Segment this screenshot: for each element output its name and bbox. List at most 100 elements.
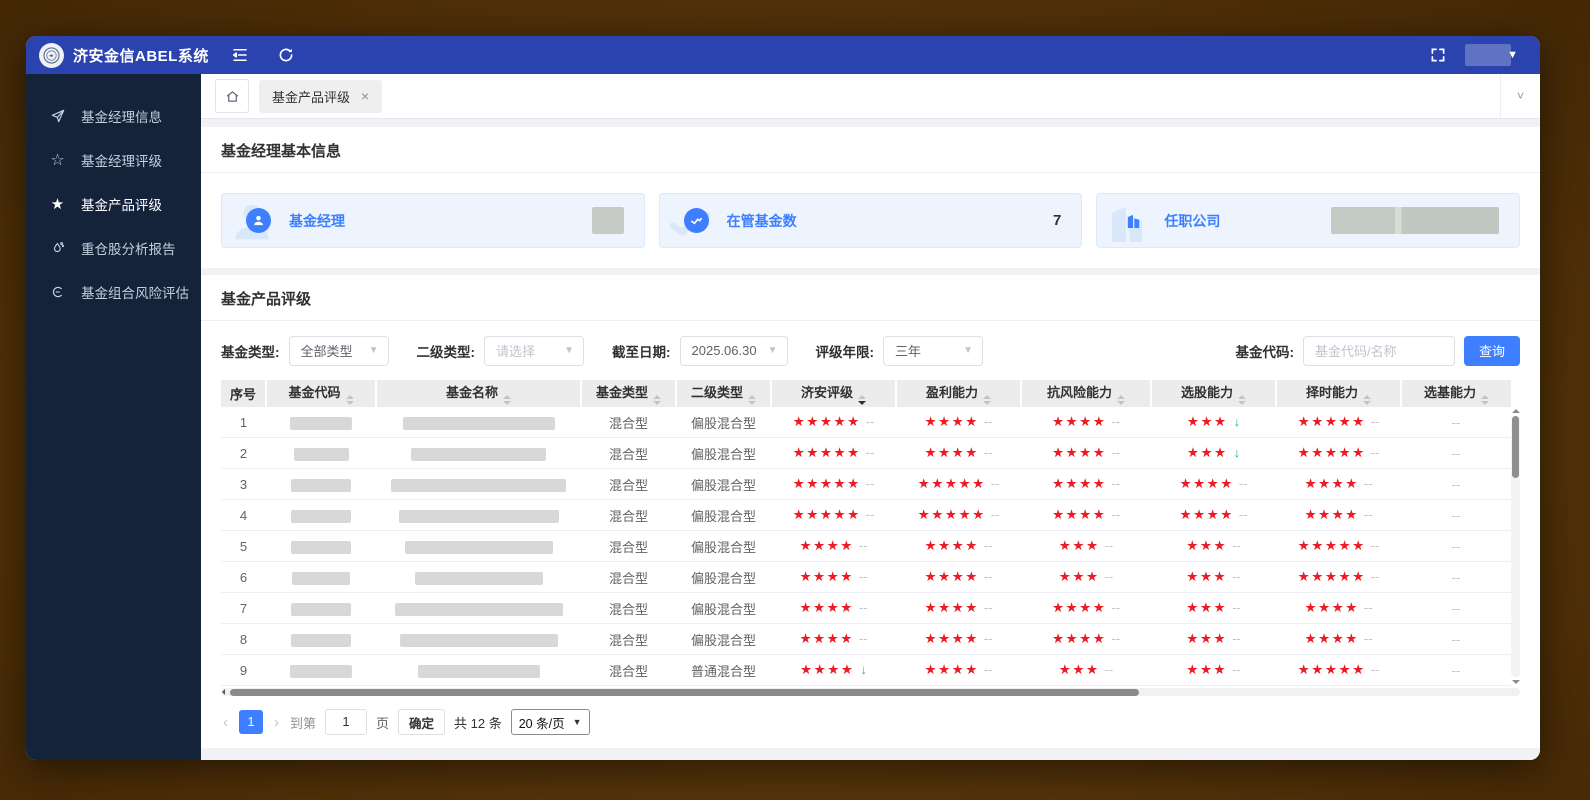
star-rating: ★★★★ xyxy=(799,600,854,616)
cell-fund-select-rating: -- xyxy=(1401,499,1511,532)
trend-none: -- xyxy=(1232,600,1241,616)
table-row[interactable]: 5 混合型 偏股混合型 ★★★★ -- ★★★★ -- ★★★ -- ★★★ -- ★★★★★ -- -- xyxy=(221,530,1511,563)
vertical-scrollbar[interactable] xyxy=(1511,408,1520,685)
cell-stock-rating: ★★★ -- xyxy=(1151,592,1276,625)
page-1-button[interactable]: 1 xyxy=(239,710,263,734)
trend-none: -- xyxy=(1370,414,1380,430)
column-header[interactable]: 济安评级 xyxy=(770,379,896,407)
horizontal-scroll-thumb[interactable] xyxy=(230,689,1140,697)
column-header[interactable]: 选基能力 xyxy=(1400,379,1511,407)
star-rating: ★★★★ xyxy=(799,538,854,554)
cell-timing-rating: ★★★★ -- xyxy=(1276,592,1401,625)
refresh-icon[interactable] xyxy=(277,46,295,64)
column-header[interactable]: 抗风险能力 xyxy=(1020,379,1151,407)
table-row[interactable]: 4 混合型 偏股混合型 ★★★★★ -- ★★★★★ -- ★★★★ -- ★★★★ -- ★★★★ -… xyxy=(221,499,1511,532)
total-count-label: 共 12 条 xyxy=(454,715,502,731)
table-row[interactable]: 1 混合型 偏股混合型 ★★★★★ -- ★★★★ -- ★★★★ -- ★★★ ↓ ★★★★★ -- -… xyxy=(221,406,1511,439)
sort-icon[interactable] xyxy=(1117,394,1125,405)
cell-fund-type: 混合型 xyxy=(581,499,676,532)
sort-icon[interactable] xyxy=(345,394,354,405)
cell-index: 4 xyxy=(221,499,266,532)
next-page-button[interactable]: › xyxy=(272,714,281,731)
table-row[interactable]: 7 混合型 偏股混合型 ★★★★ -- ★★★★ -- ★★★★ -- ★★★ -- ★★★★ -- -- xyxy=(221,592,1511,625)
filter-select[interactable]: 三年 ▼ xyxy=(883,335,983,366)
sidebar-item[interactable]: 基金经理信息 xyxy=(26,94,201,138)
scroll-up-icon[interactable] xyxy=(1511,408,1520,413)
cell-fund-subtype: 偏股混合型 xyxy=(676,468,771,501)
star-rating: ★★★ xyxy=(1186,569,1228,585)
sort-icon[interactable] xyxy=(983,394,991,405)
page-jump-input[interactable]: 1 xyxy=(325,709,368,735)
sort-icon[interactable] xyxy=(858,394,866,405)
filter-group: 评级年限: 三年 ▼ xyxy=(815,335,983,366)
filter-select[interactable]: 请选择 ▼ xyxy=(484,335,584,366)
sidebar-item[interactable]: ★ 基金产品评级 xyxy=(26,182,201,226)
cell-fund-type: 混合型 xyxy=(581,654,676,687)
product-rating-title: 基金产品评级 xyxy=(221,291,312,308)
horizontal-scrollbar[interactable] xyxy=(221,688,1520,697)
confirm-page-button[interactable]: 确定 xyxy=(398,709,446,735)
trend-none: -- xyxy=(1104,569,1114,585)
chevron-down-icon: ▼ xyxy=(564,345,574,357)
sort-icon[interactable] xyxy=(653,394,661,405)
trend-none: -- xyxy=(1111,507,1121,523)
sidebar-item[interactable]: ☆ 基金经理评级 xyxy=(26,138,201,182)
user-menu[interactable]: ▼ xyxy=(1465,44,1518,66)
table-row[interactable]: 3 混合型 偏股混合型 ★★★★★ -- ★★★★★ -- ★★★★ -- ★★★★ -- ★★★★ -… xyxy=(221,468,1511,501)
collapse-menu-icon[interactable] xyxy=(231,46,249,64)
trend-none: -- xyxy=(1232,662,1241,678)
star-rating: ★★★★★ xyxy=(917,476,986,492)
card-value-redacted xyxy=(591,207,624,234)
scroll-left-icon[interactable] xyxy=(222,689,225,696)
card-label: 基金经理 xyxy=(289,212,345,229)
column-header[interactable]: 二级类型 xyxy=(675,379,771,407)
column-header[interactable]: 盈利能力 xyxy=(895,379,1021,407)
star-rating: ★★★★ xyxy=(1304,631,1359,647)
tab-fund-product-rating[interactable]: 基金产品评级 × xyxy=(259,79,383,113)
table-row[interactable]: 9 混合型 普通混合型 ★★★★ ↓ ★★★★ -- ★★★ -- ★★★ -- ★★★★★ -- -- xyxy=(221,654,1511,687)
trend-none: -- xyxy=(983,631,993,647)
scroll-down-icon[interactable] xyxy=(1511,680,1520,685)
cell-fund-select-rating: -- xyxy=(1401,437,1511,470)
star-rating: ★★★★ xyxy=(924,569,979,585)
topbar: 济安金信ABEL系统 ▼ xyxy=(26,36,1540,74)
search-button[interactable]: 查询 xyxy=(1463,335,1520,366)
tabbar-dropdown-icon[interactable]: ˅ xyxy=(1499,74,1540,118)
prev-page-button[interactable]: ‹ xyxy=(221,714,230,731)
star-rating: ★★★★★ xyxy=(1297,569,1366,585)
tab-close-icon[interactable]: × xyxy=(361,88,369,104)
cell-fund-select-rating: -- xyxy=(1401,623,1511,656)
sidebar-item[interactable]: 重仓股分析报告 xyxy=(26,226,201,270)
sort-icon[interactable] xyxy=(1481,394,1489,405)
star-rating: ★★★★ xyxy=(1304,507,1359,523)
cell-index: 8 xyxy=(221,623,266,656)
sort-icon[interactable] xyxy=(1363,394,1371,405)
column-header[interactable]: 基金名称 xyxy=(375,379,581,407)
vertical-scroll-thumb[interactable] xyxy=(1512,415,1519,478)
table-row[interactable]: 2 混合型 偏股混合型 ★★★★★ -- ★★★★ -- ★★★★ -- ★★★ ↓ ★★★★★ -- -… xyxy=(221,437,1511,470)
sort-icon[interactable] xyxy=(1238,394,1246,405)
home-tab-button[interactable] xyxy=(215,79,249,113)
column-header[interactable]: 选股能力 xyxy=(1150,379,1276,407)
fullscreen-icon[interactable] xyxy=(1429,46,1447,64)
table-row[interactable]: 8 混合型 偏股混合型 ★★★★ -- ★★★★ -- ★★★★ -- ★★★ -- ★★★★ -- -- xyxy=(221,623,1511,656)
page-size-select[interactable]: 20 条/页 ▼ xyxy=(510,709,590,735)
column-header[interactable]: 基金类型 xyxy=(580,379,676,407)
app-window: 济安金信ABEL系统 ▼ 基金经理信息 ☆ 基金经理评级 ★ 基金产品评级 重仓… xyxy=(26,36,1540,760)
cell-fund-name-redacted xyxy=(376,468,581,501)
filter-select[interactable]: 2025.06.30 ▼ xyxy=(679,335,788,366)
column-label: 选股能力 xyxy=(1180,384,1233,400)
sidebar-item[interactable]: 基金组合风险评估 xyxy=(26,270,201,314)
column-header[interactable]: 择时能力 xyxy=(1275,379,1401,407)
trend-none: -- xyxy=(1232,569,1241,585)
cell-fund-name-redacted xyxy=(376,561,581,594)
cell-fund-subtype: 偏股混合型 xyxy=(676,437,771,470)
trend-none: -- xyxy=(1451,662,1461,678)
column-header[interactable]: 基金代码 xyxy=(265,379,376,407)
sort-icon[interactable] xyxy=(503,394,511,405)
filter-select[interactable]: 全部类型 ▼ xyxy=(288,335,389,366)
sort-icon[interactable] xyxy=(748,394,756,405)
table-row[interactable]: 6 混合型 偏股混合型 ★★★★ -- ★★★★ -- ★★★ -- ★★★ -- ★★★★★ -- -- xyxy=(221,561,1511,594)
filter-label: 评级年限: xyxy=(815,344,875,360)
fund-code-input[interactable]: 基金代码/名称 xyxy=(1302,335,1455,366)
